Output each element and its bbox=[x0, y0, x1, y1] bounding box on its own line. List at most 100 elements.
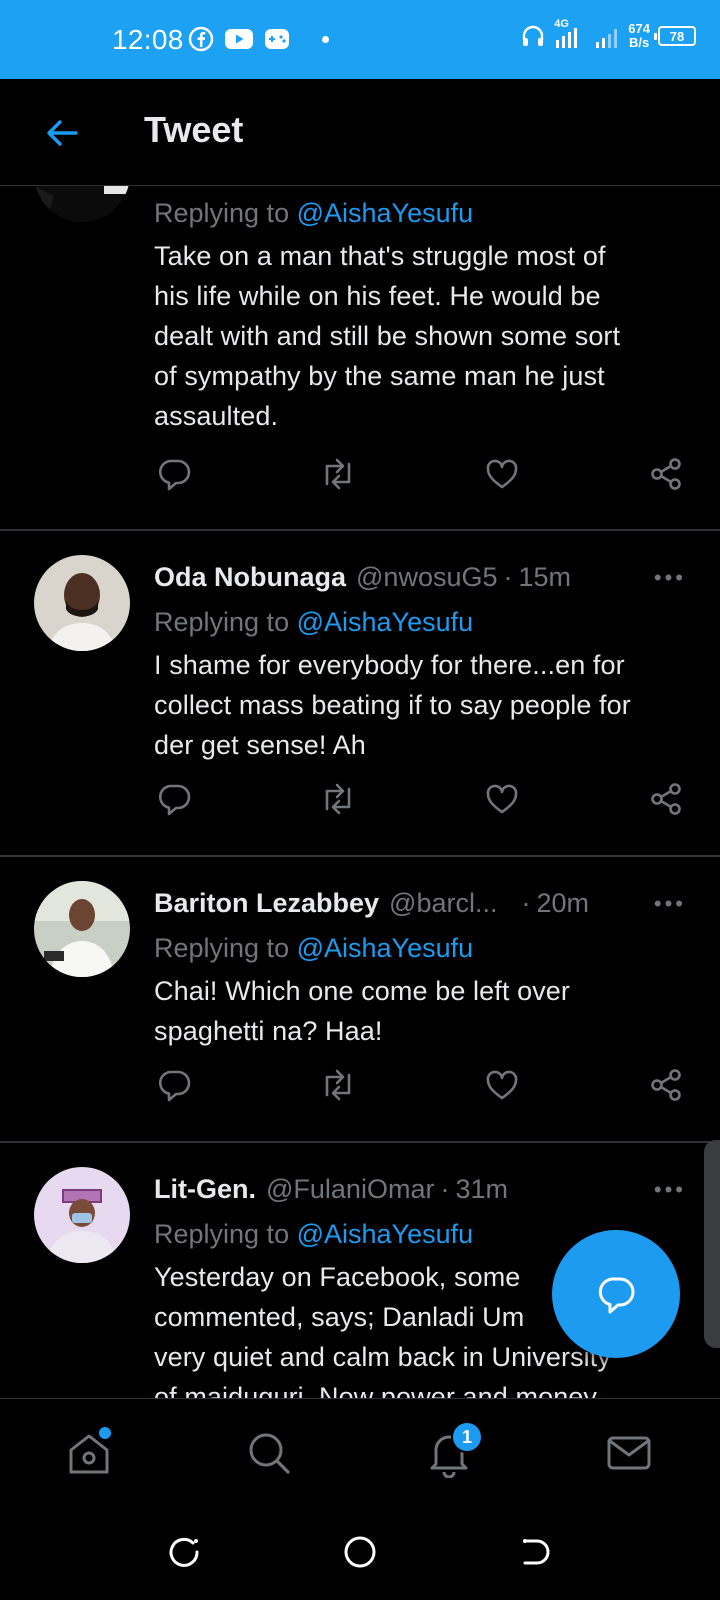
tweet-text: Chai! Which one come be left over spaghe… bbox=[154, 971, 692, 1051]
more-options-icon[interactable]: ••• bbox=[654, 1177, 686, 1203]
network-speed: 674 B/s bbox=[628, 22, 650, 50]
tweet-time: 20m bbox=[536, 887, 590, 918]
retweet-icon bbox=[325, 1069, 351, 1101]
status-right-icons: 4G 674 B/s 78 bbox=[520, 18, 696, 50]
replying-to: Replying to @AishaYesufu bbox=[154, 607, 473, 638]
retweet-icon bbox=[325, 783, 351, 815]
tweet-line: spaghetti na? Haa! bbox=[154, 1016, 383, 1046]
replying-prefix: Replying to bbox=[154, 1219, 290, 1249]
speed-value: 674 bbox=[628, 21, 650, 36]
scroll-handle[interactable] bbox=[704, 1140, 720, 1348]
replying-to: Replying to @AishaYesufu bbox=[154, 933, 473, 964]
tweet-line: dealt with and still be shown some sort bbox=[154, 321, 621, 351]
back-icon bbox=[523, 1539, 550, 1565]
author-handle[interactable]: @nwosuG5 bbox=[356, 562, 497, 593]
reply-icon bbox=[158, 459, 191, 491]
share-icon bbox=[651, 458, 681, 490]
more-options-icon[interactable]: ••• bbox=[654, 565, 686, 591]
nav-messages[interactable] bbox=[601, 1425, 657, 1481]
share-button[interactable] bbox=[646, 454, 686, 494]
tweet-header: Oda Nobunaga @nwosuG5 · 15m ••• bbox=[154, 559, 706, 595]
author-name[interactable]: Oda Nobunaga bbox=[154, 562, 346, 593]
tweet-line: assaulted. bbox=[154, 401, 279, 431]
mention-link[interactable]: @AishaYesufu bbox=[297, 607, 474, 637]
reply-button[interactable] bbox=[154, 779, 194, 819]
back-button[interactable] bbox=[40, 111, 84, 155]
tweet-header: Bariton Lezabbey @barcl... · 20m ••• bbox=[154, 885, 706, 921]
like-button[interactable] bbox=[482, 454, 522, 494]
compose-reply-button[interactable] bbox=[552, 1230, 680, 1358]
nav-home[interactable] bbox=[61, 1425, 117, 1481]
back-system-button[interactable] bbox=[516, 1532, 556, 1572]
like-button[interactable] bbox=[482, 1065, 522, 1105]
tweet-item[interactable]: Bariton Lezabbey @barcl... · 20m ••• Rep… bbox=[0, 857, 720, 1143]
battery-level: 78 bbox=[669, 28, 685, 44]
facebook-icon bbox=[188, 26, 214, 52]
replying-prefix: Replying to bbox=[154, 198, 290, 228]
avatar[interactable] bbox=[34, 881, 130, 977]
share-button[interactable] bbox=[646, 779, 686, 819]
tweet-line: der get sense! Ah bbox=[154, 730, 366, 760]
recents-icon bbox=[169, 1537, 199, 1567]
avatar[interactable] bbox=[34, 1167, 130, 1263]
tweet-time: 31m bbox=[455, 1173, 508, 1204]
status-time: 12:08 bbox=[112, 24, 184, 55]
compose-reply-icon bbox=[598, 1277, 635, 1314]
tweet-line: of maiduguri. Now power and money bbox=[154, 1382, 598, 1398]
author-handle[interactable]: @FulaniOmar bbox=[266, 1174, 434, 1205]
retweet-button[interactable] bbox=[318, 1065, 358, 1105]
tweet-item[interactable]: Replying to @AishaYesufu Take on a man t… bbox=[0, 186, 720, 531]
nav-notifications[interactable]: 1 bbox=[421, 1421, 483, 1481]
author-name[interactable]: Bariton Lezabbey bbox=[154, 888, 379, 919]
notification-dot bbox=[322, 35, 329, 43]
signal-icon bbox=[556, 28, 578, 48]
retweet-button[interactable] bbox=[318, 454, 358, 494]
home-circle-icon bbox=[344, 1536, 376, 1568]
status-app-icons bbox=[188, 26, 329, 52]
more-options-icon[interactable]: ••• bbox=[654, 891, 686, 917]
app-header: Tweet bbox=[0, 79, 720, 186]
reply-icon bbox=[158, 784, 191, 816]
reply-button[interactable] bbox=[154, 454, 194, 494]
mention-link[interactable]: @AishaYesufu bbox=[297, 1219, 474, 1249]
avatar-image bbox=[34, 881, 130, 977]
reply-button[interactable] bbox=[154, 1065, 194, 1105]
notification-badge: 1 bbox=[451, 1421, 483, 1453]
tweet-actions bbox=[154, 454, 684, 494]
signal-4g: 4G bbox=[554, 18, 586, 50]
avatar-image bbox=[34, 1167, 130, 1263]
youtube-icon bbox=[225, 29, 253, 49]
home-unread-dot bbox=[99, 1427, 111, 1439]
status-bar: 12:08 4G 674 B/s 78 bbox=[0, 0, 720, 79]
game-icon bbox=[265, 29, 289, 49]
recents-button[interactable] bbox=[164, 1532, 204, 1572]
mention-link[interactable]: @AishaYesufu bbox=[297, 198, 474, 228]
avatar-image bbox=[34, 555, 130, 651]
tweet-line: collect mass beating if to say people fo… bbox=[154, 690, 631, 720]
like-button[interactable] bbox=[482, 779, 522, 819]
bottom-navigation: 1 bbox=[0, 1398, 720, 1508]
tweet-time: 15m bbox=[518, 561, 572, 592]
like-icon bbox=[486, 459, 518, 489]
mention-link[interactable]: @AishaYesufu bbox=[297, 933, 474, 963]
like-icon bbox=[486, 1070, 518, 1100]
speed-unit: B/s bbox=[629, 35, 650, 50]
tweet-actions bbox=[154, 779, 684, 819]
tweet-actions bbox=[154, 1065, 684, 1105]
retweet-button[interactable] bbox=[318, 779, 358, 819]
avatar[interactable] bbox=[34, 186, 130, 222]
signal-weak-icon bbox=[596, 29, 618, 48]
replies-feed[interactable]: Replying to @AishaYesufu Take on a man t… bbox=[0, 186, 720, 1398]
avatar[interactable] bbox=[34, 555, 130, 651]
tweet-item[interactable]: Oda Nobunaga @nwosuG5 · 15m ••• Replying… bbox=[0, 531, 720, 857]
share-button[interactable] bbox=[646, 1065, 686, 1105]
search-icon bbox=[249, 1433, 290, 1474]
tweet-header: Lit-Gen. @FulaniOmar · 31m ••• bbox=[154, 1171, 706, 1207]
home-system-button[interactable] bbox=[340, 1532, 380, 1572]
author-name[interactable]: Lit-Gen. bbox=[154, 1174, 256, 1205]
tweet-line: his life while on his feet. He would be bbox=[154, 281, 601, 311]
nav-search[interactable] bbox=[241, 1425, 297, 1481]
separator: · bbox=[503, 561, 513, 592]
replying-to: Replying to @AishaYesufu bbox=[154, 1219, 473, 1250]
author-handle[interactable]: @barcl... bbox=[389, 888, 497, 919]
